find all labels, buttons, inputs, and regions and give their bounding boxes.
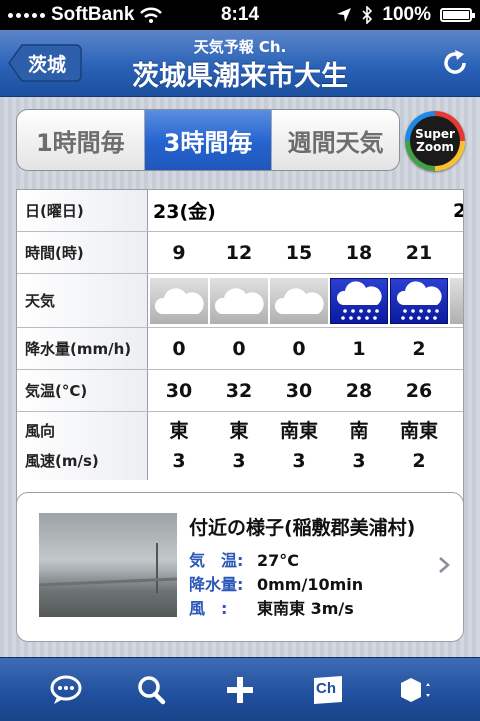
channel-icon[interactable]: Ch	[310, 674, 346, 706]
plus-icon[interactable]	[222, 674, 258, 706]
battery-icon	[440, 8, 475, 22]
row-label-date: 日(曜日)	[17, 190, 148, 231]
wind-dir: 南東	[279, 420, 318, 442]
super-zoom-button[interactable]: Super Zoom	[405, 111, 465, 171]
row-label-weather: 天気	[17, 274, 148, 327]
interval-segmented-control: 1時間毎 3時間毎 週間天気	[16, 109, 400, 171]
wind-cell: 南東 2	[389, 412, 449, 480]
rain-icon	[330, 278, 388, 324]
temp-cell: 30	[285, 379, 313, 402]
status-bar: SoftBank 8:14 100%	[0, 0, 480, 30]
nearby-temp-key: 気 温:	[189, 551, 244, 570]
time-cell: 12	[225, 241, 253, 264]
wind-speed: 3	[172, 450, 186, 472]
row-label-precip: 降水量(mm/h)	[17, 328, 148, 369]
nav-bar: 茨城 天気予報 Ch. 茨城県潮来市大生	[0, 30, 480, 97]
nearby-precip: 降水量: 0mm/10min	[189, 571, 363, 595]
wind-dir: 南	[349, 420, 369, 442]
table-row-date: 日(曜日) 23(金) 24	[17, 190, 463, 232]
wind-dir: 東	[229, 420, 249, 442]
wind-cell: 南 3	[329, 412, 389, 480]
temp-cell: 30	[165, 379, 193, 402]
nearby-temp-value: 27°C	[257, 551, 300, 570]
time-cell: 21	[405, 241, 433, 264]
battery-percent: 100%	[382, 4, 431, 25]
wind-speed: 2	[412, 450, 426, 472]
rain-icon	[390, 278, 448, 324]
super-zoom-label-2: Zoom	[416, 140, 454, 154]
settings-icon[interactable]	[396, 674, 432, 706]
tab-weekly[interactable]: 週間天気	[272, 110, 399, 170]
refresh-icon[interactable]	[440, 48, 470, 78]
cloudy-icon	[150, 278, 208, 324]
table-row-temp: 気温(°C) 30 32 30 28 26	[17, 370, 463, 412]
cloudy-icon	[210, 278, 268, 324]
table-row-weather: 天気	[17, 274, 463, 328]
row-label-wind-speed: 風速(m/s)	[25, 452, 99, 470]
content-area: 1時間毎 3時間毎 週間天気 Super Zoom 日(曜日) 23(金) 24…	[0, 97, 480, 657]
nearby-precip-key: 降水量:	[189, 575, 244, 594]
row-label-time: 時間(時)	[17, 232, 148, 273]
row-label-temp: 気温(°C)	[17, 370, 148, 411]
precip-cell: 0	[232, 337, 246, 360]
table-row-time: 時間(時) 9 12 15 18 21	[17, 232, 463, 274]
wind-cell: 南	[451, 412, 463, 480]
cloudy-icon	[270, 278, 328, 324]
table-row-precip: 降水量(mm/h) 0 0 0 1 2	[17, 328, 463, 370]
chat-icon[interactable]	[48, 674, 84, 706]
wind-cell: 東 3	[149, 412, 209, 480]
cloudy-icon	[450, 278, 463, 324]
wind-cell: 南東 3	[269, 412, 329, 480]
nearby-precip-value: 0mm/10min	[257, 575, 364, 594]
tab-hourly[interactable]: 1時間毎	[17, 110, 145, 170]
nearby-conditions-card[interactable]: 付近の様子(稲敷郡美浦村) 気 温: 27°C 降水量: 0mm/10min 風 :…	[16, 492, 464, 642]
live-camera-image	[38, 513, 178, 617]
precip-cell: 1	[352, 337, 366, 360]
wind-dir: 東	[169, 420, 189, 442]
row-label-wind-dir: 風向	[25, 422, 56, 440]
temp-cell: 32	[225, 379, 253, 402]
bluetooth-icon	[362, 6, 373, 24]
nearby-title: 付近の様子(稲敷郡美浦村)	[189, 517, 416, 539]
precip-cell: 0	[172, 337, 186, 360]
nearby-temp: 気 温: 27°C	[189, 547, 299, 571]
time-cell: 9	[172, 241, 186, 264]
precip-cell: 0	[292, 337, 306, 360]
precip-cell: 2	[412, 337, 426, 360]
wind-speed: 3	[232, 450, 246, 472]
nearby-wind-key: 風 :	[189, 599, 228, 618]
nearby-wind-value: 東南東 3m/s	[257, 599, 354, 618]
search-icon[interactable]	[134, 674, 170, 706]
wind-cell: 東 3	[209, 412, 269, 480]
temp-cell: 26	[405, 379, 433, 402]
tab-bar: Ch	[0, 657, 480, 721]
page-title: 茨城県潮来市大生	[132, 61, 348, 92]
chevron-right-icon	[439, 557, 450, 573]
time-cell: 18	[345, 241, 373, 264]
wind-dir: 南東	[399, 420, 438, 442]
wind-speed: 3	[352, 450, 366, 472]
date-value: 23(金)	[153, 201, 216, 223]
channel-icon-label: Ch	[316, 680, 336, 697]
time-cell: 15	[285, 241, 313, 264]
date-next-value: 24	[453, 190, 463, 231]
location-icon	[337, 8, 352, 22]
table-row-wind: 風向 風速(m/s) 東 3 東 3 南東 3 南 3 南東 2	[17, 412, 463, 480]
wind-speed: 3	[292, 450, 306, 472]
temp-cell: 28	[345, 379, 373, 402]
nearby-wind: 風 : 東南東 3m/s	[189, 595, 354, 619]
tab-3-hourly[interactable]: 3時間毎	[144, 110, 273, 170]
